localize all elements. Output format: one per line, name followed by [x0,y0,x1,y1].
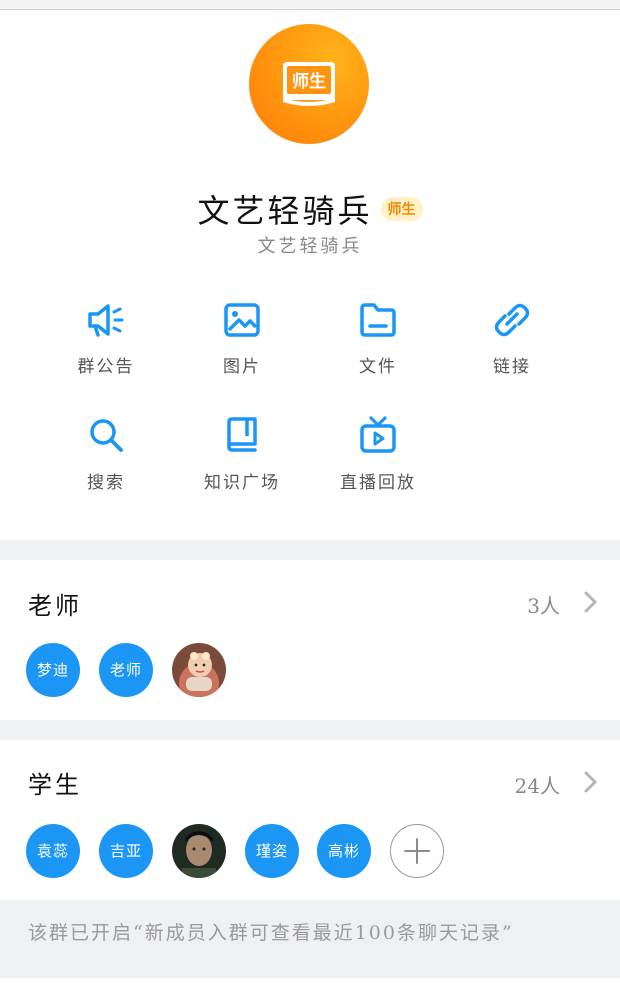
func-label: 群公告 [77,357,135,377]
func-label: 搜索 [87,473,125,493]
func-label: 图片 [223,357,261,377]
students-title: 学生 [28,771,82,799]
func-files[interactable]: 文件 [308,302,448,377]
member-photo-avatar[interactable] [172,643,226,697]
section-divider [0,720,620,740]
megaphone-icon [88,304,124,337]
history-notice: 该群已开启“新成员入群可查看最近100条聊天记录” [0,900,620,978]
tv-icon [360,416,396,453]
member-photo-avatar[interactable] [172,824,226,878]
group-name: 文艺轻骑兵 [197,192,373,230]
func-links[interactable]: 链接 [442,302,582,377]
students-count: 24人 [514,774,560,798]
member-avatar[interactable]: 梦迪 [26,643,80,697]
avatar-text: 师生 [292,71,326,92]
plus-icon [404,838,430,864]
add-member-button[interactable] [390,824,444,878]
func-announcement[interactable]: 群公告 [36,302,176,377]
func-live-replay[interactable]: 直播回放 [308,416,448,493]
top-divider [0,0,620,10]
chevron-right-icon[interactable] [582,770,598,794]
teachers-count: 3人 [527,594,560,618]
member-avatar[interactable]: 高彬 [317,824,371,878]
member-avatar[interactable]: 老师 [99,643,153,697]
chevron-right-icon[interactable] [582,590,598,614]
member-avatar[interactable]: 瑾姿 [245,824,299,878]
group-avatar[interactable]: 师生 [249,24,369,144]
func-label: 知识广场 [204,473,280,493]
group-profile: 师生 文艺轻骑兵 师生 文艺轻骑兵 群公告 图片 文件 链接 搜索 知识广场 直… [0,10,620,540]
group-subtitle: 文艺轻骑兵 [257,236,363,257]
baby-photo [172,643,226,697]
man-photo [172,824,226,878]
func-label: 链接 [493,357,531,377]
member-avatar[interactable]: 吉亚 [99,824,153,878]
group-name-row: 文艺轻骑兵 师生 [0,186,620,232]
func-images[interactable]: 图片 [172,302,312,377]
image-icon [224,303,260,337]
func-search[interactable]: 搜索 [36,416,176,493]
book-logo-icon: 师生 [283,62,335,106]
search-icon [90,419,123,452]
func-knowledge-square[interactable]: 知识广场 [172,416,312,493]
link-icon [494,303,530,337]
func-label: 文件 [359,357,397,377]
teachers-title: 老师 [28,592,82,620]
book-icon [227,417,257,452]
group-type-badge: 师生 [380,197,423,221]
func-label: 直播回放 [340,473,416,493]
folder-icon [360,303,396,337]
section-divider [0,540,620,560]
member-avatar[interactable]: 袁蕊 [26,824,80,878]
